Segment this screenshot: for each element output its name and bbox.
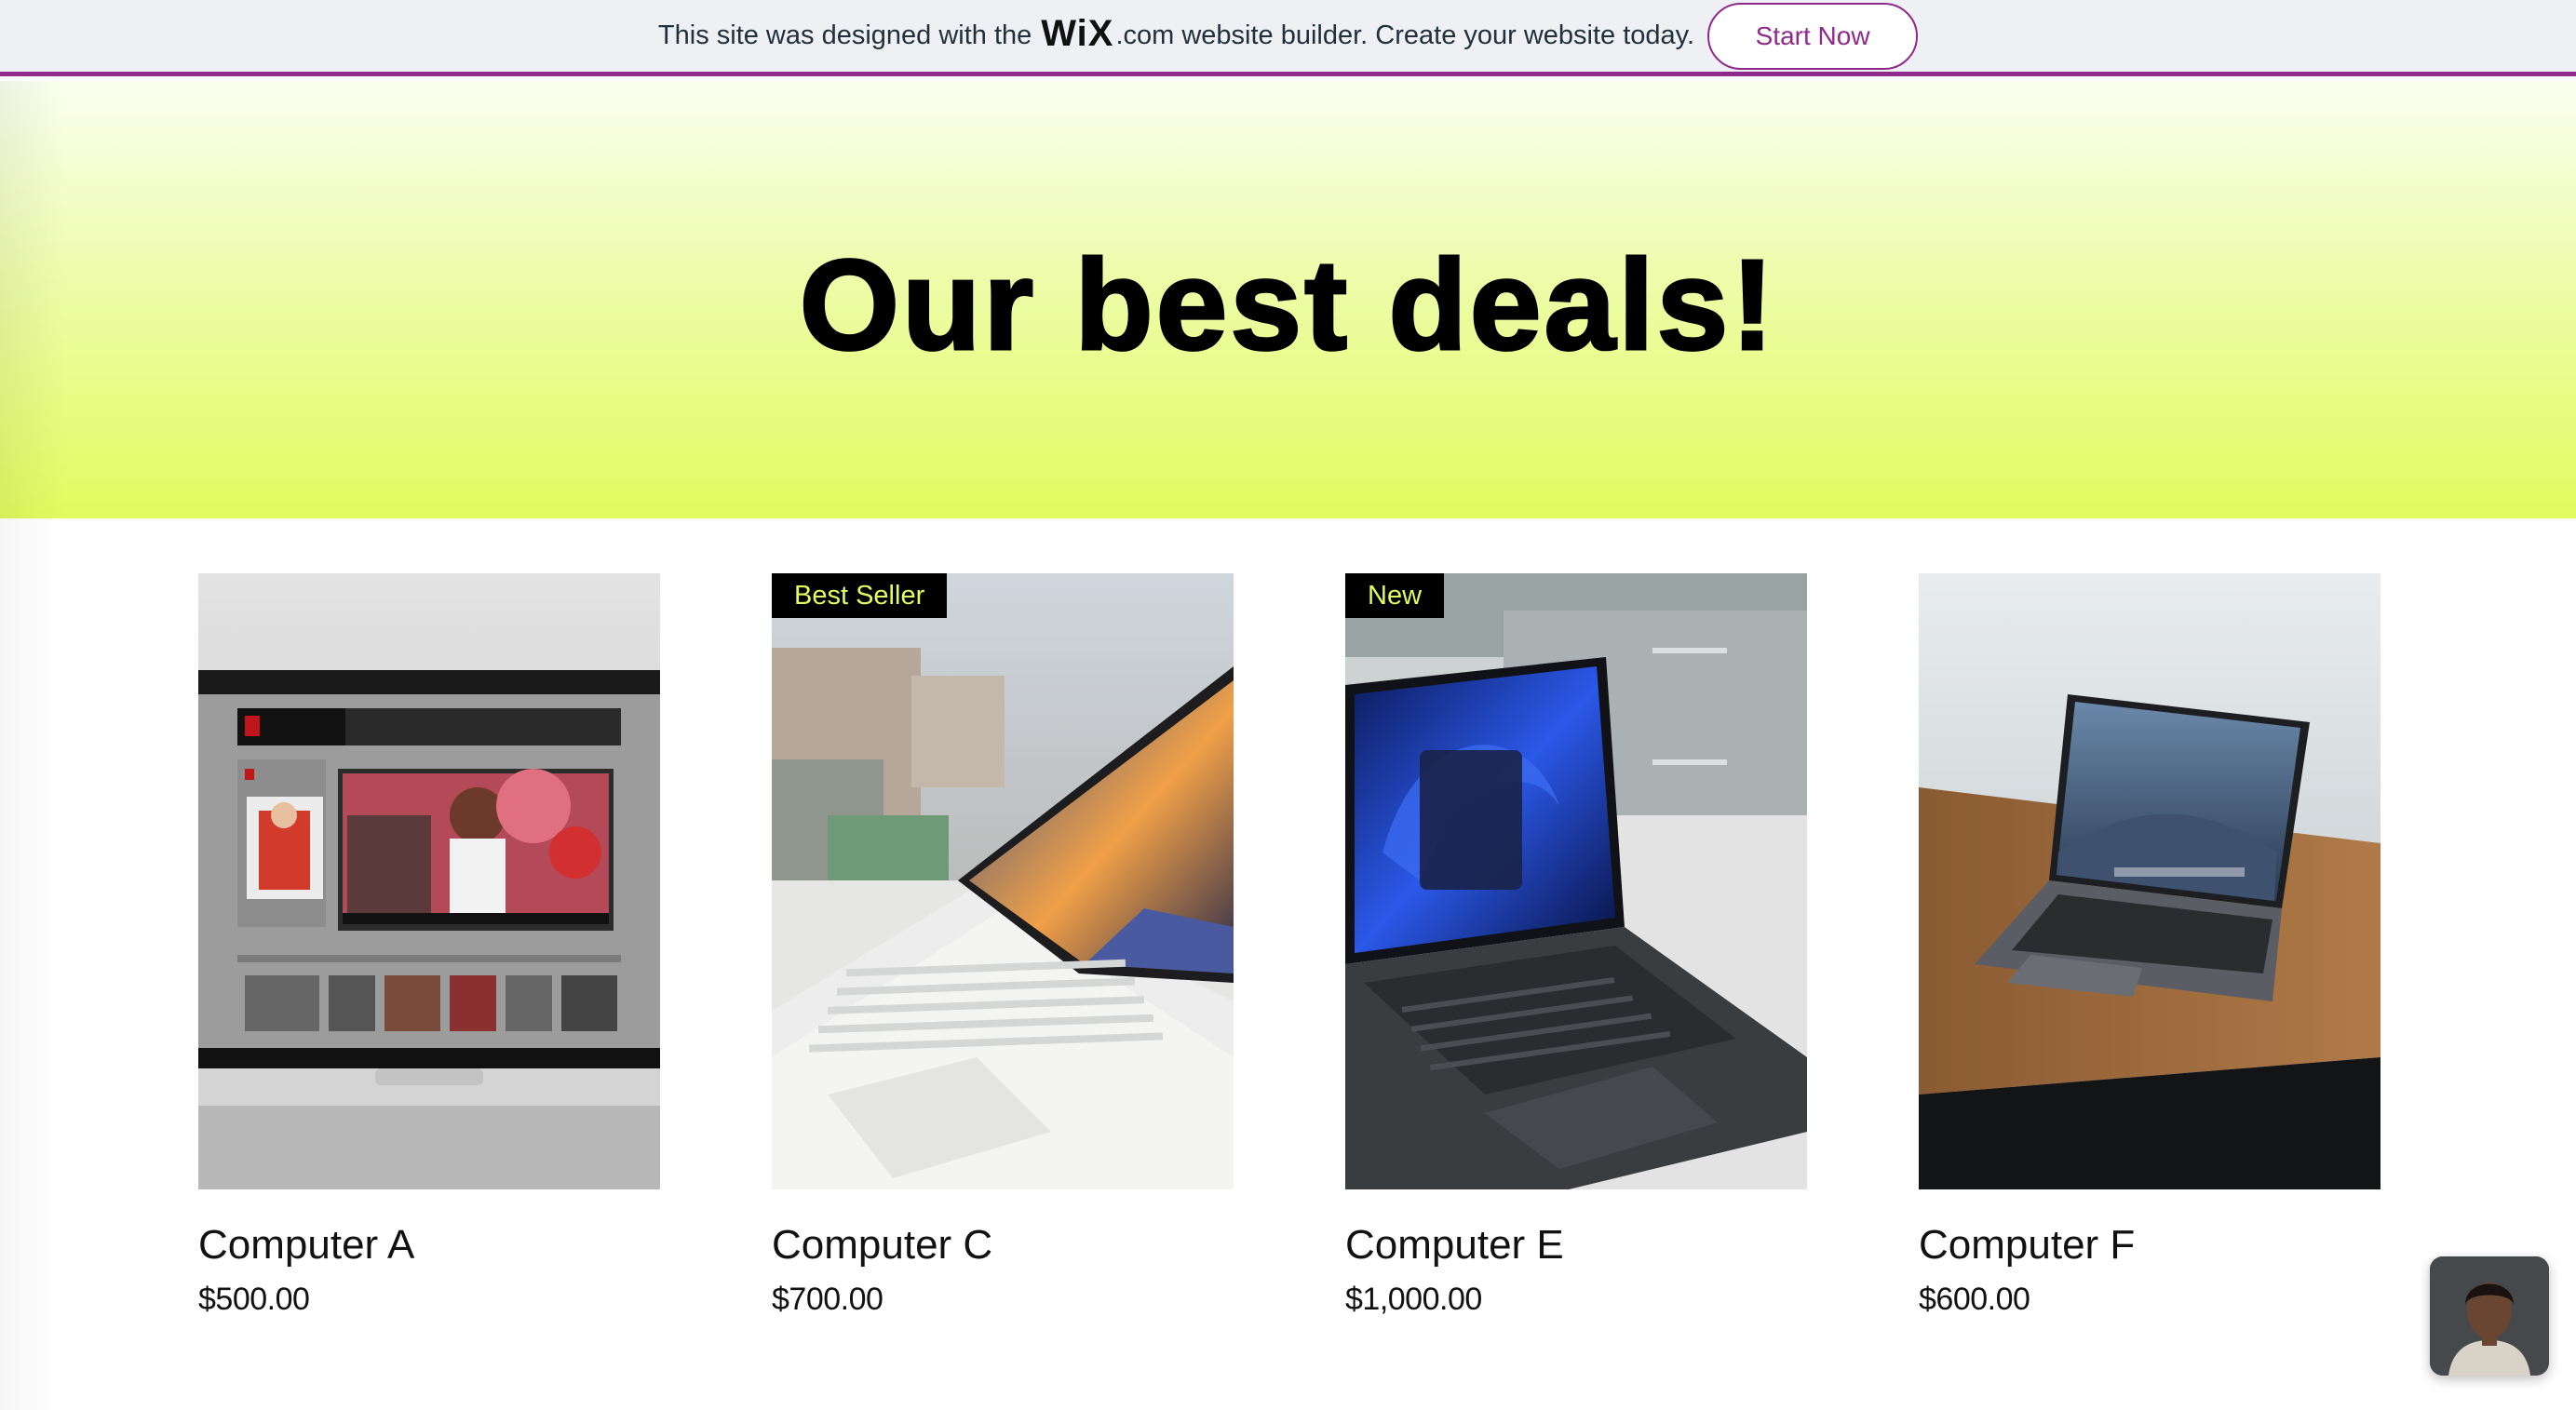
ribbon-best-seller: Best Seller <box>772 573 948 618</box>
dark-laptop-windows-image <box>1345 573 1807 1189</box>
product-image[interactable] <box>198 573 660 1189</box>
banner-text: This site was designed with the WiX .com… <box>658 13 1694 59</box>
product-card[interactable]: Best Seller Computer C $700.00 <box>772 573 1234 1318</box>
product-card[interactable]: Computer A $500.00 <box>198 573 660 1318</box>
product-name[interactable]: Computer A <box>198 1221 660 1270</box>
macbook-desk-image <box>1919 573 2380 1189</box>
wix-logo-suffix: .com <box>1115 20 1175 50</box>
chat-avatar-icon[interactable] <box>2430 1256 2549 1376</box>
product-image[interactable]: Best Seller <box>772 573 1234 1189</box>
laptop-fashion-site-image <box>198 573 660 1189</box>
product-price: $1,000.00 <box>1345 1281 1482 1317</box>
hero-title: Our best deals! <box>798 234 1777 377</box>
product-image[interactable]: New <box>1345 573 1807 1189</box>
product-name[interactable]: Computer C <box>772 1221 1234 1270</box>
hero-section: Our best deals! <box>0 81 2576 518</box>
banner-text-before: This site was designed with the <box>657 20 1032 50</box>
product-price: $700.00 <box>772 1281 883 1317</box>
product-price: $600.00 <box>1919 1281 2030 1317</box>
product-name[interactable]: Computer F <box>1919 1221 2380 1270</box>
wix-promo-banner: This site was designed with the WiX .com… <box>0 0 2576 76</box>
product-image[interactable] <box>1919 573 2380 1189</box>
product-name[interactable]: Computer E <box>1345 1221 1807 1270</box>
ribbon-new: New <box>1345 573 1445 618</box>
product-card[interactable]: Computer F $600.00 <box>1919 573 2380 1318</box>
silver-laptop-city-image <box>772 573 1234 1189</box>
wix-logo: WiX <box>1041 13 1114 54</box>
banner-text-after: website builder. Create your website tod… <box>1181 20 1695 50</box>
product-price: $500.00 <box>198 1281 310 1317</box>
start-now-button[interactable]: Start Now <box>1707 2 1919 70</box>
product-card[interactable]: New Computer E $1,000.00 <box>1345 573 1807 1318</box>
